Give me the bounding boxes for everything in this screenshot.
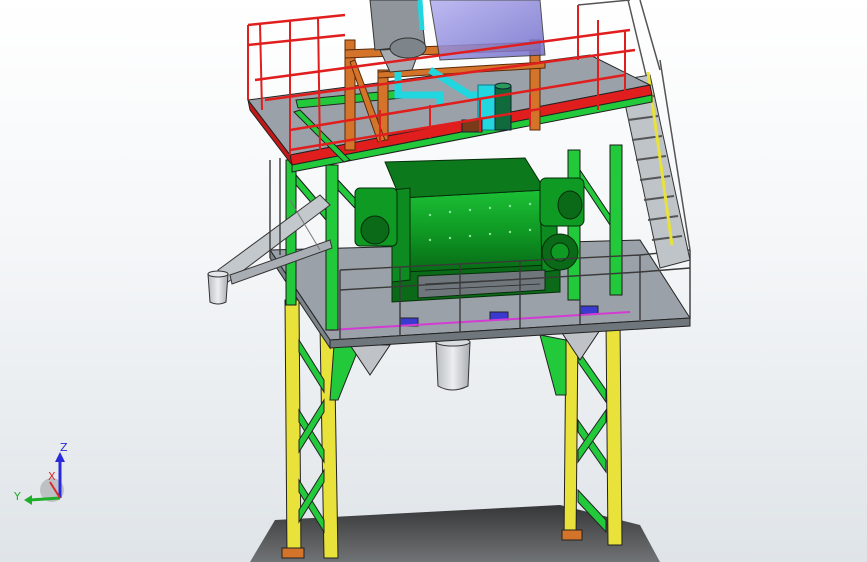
- orientation-triad[interactable]: Z X Y: [10, 440, 80, 510]
- y-axis-line: [29, 496, 61, 502]
- mixing-plant-3d-model[interactable]: [0, 0, 867, 562]
- z-axis-label: Z: [60, 441, 68, 454]
- y-axis-arrowhead: [24, 495, 32, 505]
- staircase: [619, 0, 691, 269]
- cad-3d-viewport[interactable]: Z X Y: [0, 0, 867, 562]
- y-axis-label: Y: [13, 490, 21, 503]
- discharge-hopper: [435, 337, 471, 391]
- x-axis-label: X: [48, 470, 56, 483]
